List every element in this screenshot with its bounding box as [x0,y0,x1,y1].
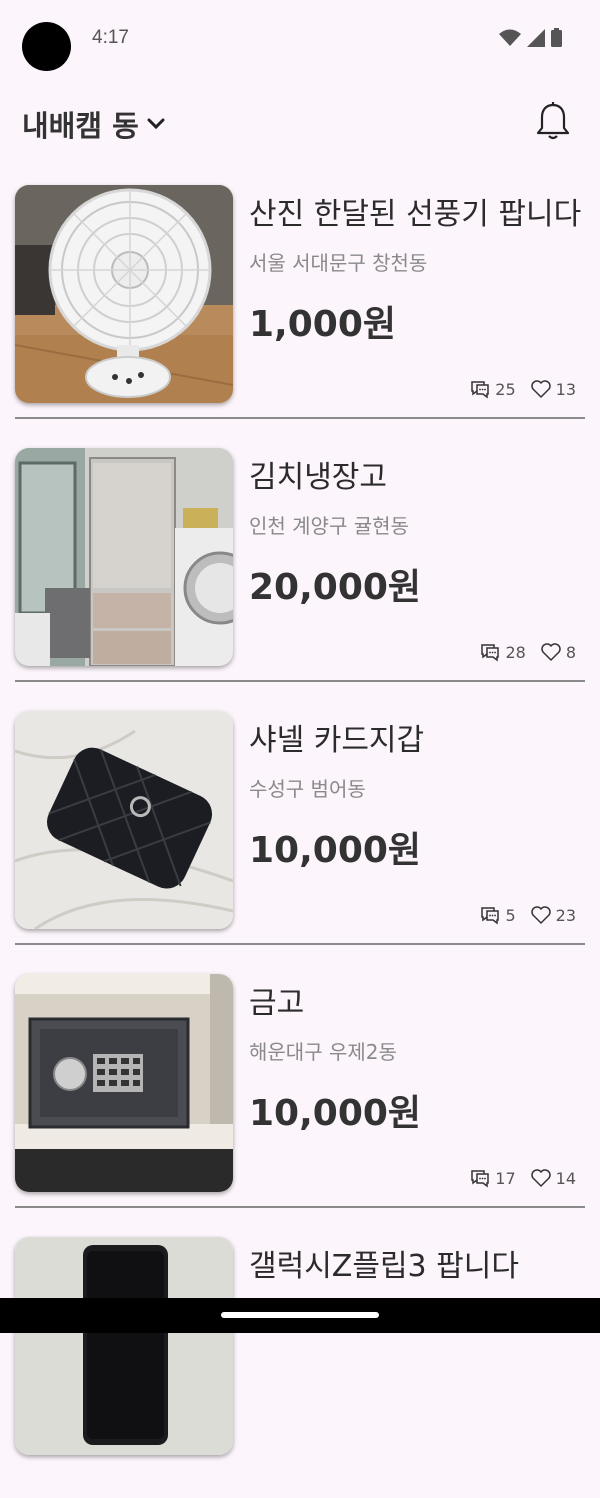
status-icons [499,28,562,47]
product-image-refrigerator [15,448,233,666]
chat-icon [481,644,500,662]
chat-icon [481,907,500,925]
comment-count: 25 [495,379,516,399]
divider [15,1206,585,1208]
comment-count: 28 [505,642,526,662]
list-item[interactable]: 산진 한달된 선풍기 팝니다 서울 서대문구 창천동 1,000원 25 13 [0,183,600,446]
product-image-wallet [15,711,233,929]
camera-cutout [22,22,71,71]
item-location: 수성구 범어동 [249,777,366,801]
item-title: 갤럭시Z플립3 팝니다 [249,1249,519,1284]
heart-icon[interactable] [540,642,562,662]
list-item[interactable]: 샤넬 카드지갑 수성구 범어동 10,000원 5 23 [0,709,600,972]
status-time: 4:17 [92,27,129,48]
list-item[interactable]: 금고 해운대구 우제2동 10,000원 17 14 [0,972,600,1235]
wifi-icon [499,29,521,46]
signal-icon [527,28,545,47]
top-bar: 내배캠 동 [0,95,600,155]
heart-icon[interactable] [530,379,552,399]
chat-icon [471,381,490,399]
location-selector[interactable]: 내배캠 동 [22,103,165,145]
item-stats: 5 23 [479,905,576,925]
item-price: 10,000원 [249,1093,422,1134]
divider [15,680,585,682]
item-price: 10,000원 [249,830,422,871]
heart-icon[interactable] [530,905,552,925]
divider [15,417,585,419]
item-title: 산진 한달된 선풍기 팝니다 [249,197,582,232]
divider [15,943,585,945]
home-gesture-handle[interactable] [221,1312,379,1318]
item-title: 샤넬 카드지갑 [249,723,425,758]
status-bar: 4:17 [0,0,600,90]
like-count: 13 [555,379,576,399]
bell-icon[interactable] [536,101,570,141]
like-count: 14 [555,1168,576,1188]
like-count: 8 [565,642,576,662]
chat-icon [471,1170,490,1188]
item-stats: 17 14 [469,1168,576,1188]
product-image-safe [15,974,233,1192]
chevron-down-icon [147,118,165,130]
item-stats: 25 13 [469,379,576,399]
item-location: 서울 서대문구 창천동 [249,251,428,275]
product-image-fan [15,185,233,403]
item-price: 20,000원 [249,567,422,608]
item-title: 김치냉장고 [249,460,387,495]
comment-count: 17 [495,1168,516,1188]
list-item[interactable]: 갤럭시Z플립3 팝니다 [0,1235,600,1498]
like-count: 23 [555,905,576,925]
item-stats: 28 8 [479,642,576,662]
item-location: 해운대구 우제2동 [249,1040,397,1064]
system-nav-bar [0,1298,600,1333]
item-title: 금고 [249,986,305,1021]
battery-icon [551,28,562,47]
location-label: 내배캠 동 [22,109,139,143]
item-price: 1,000원 [249,304,396,345]
list-item[interactable]: 김치냉장고 인천 계양구 귤현동 20,000원 28 8 [0,446,600,709]
heart-icon[interactable] [530,1168,552,1188]
comment-count: 5 [505,905,516,925]
item-location: 인천 계양구 귤현동 [249,514,409,538]
product-image-phone [15,1237,233,1455]
